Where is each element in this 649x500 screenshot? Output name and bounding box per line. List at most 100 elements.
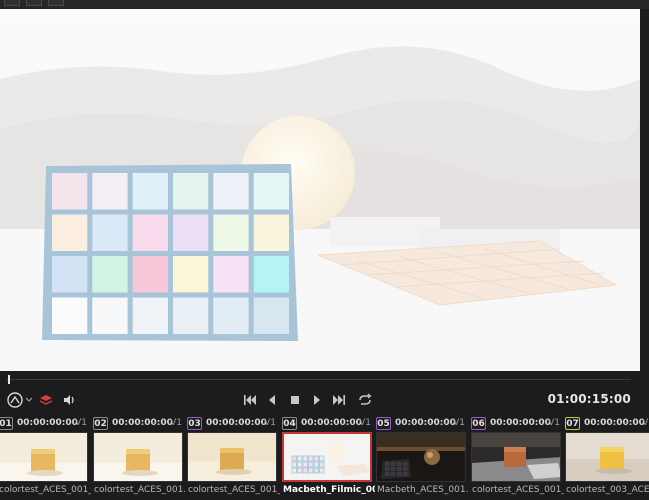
clip-item[interactable]: 07 00:00:00:00 V1 colortest_003_ACES_... bbox=[565, 413, 649, 500]
clip-name: Macbeth_ACES_001... bbox=[377, 485, 469, 495]
clip-name: colortest_ACES_001_l... bbox=[188, 485, 280, 495]
color-chart-swatch bbox=[213, 256, 249, 293]
clip-thumbnail-image bbox=[377, 433, 465, 481]
toolbar-button[interactable] bbox=[4, 0, 20, 6]
viewer-top-strip bbox=[0, 0, 649, 9]
clip-timecode: 00:00:00:00 bbox=[17, 418, 78, 428]
clip-item[interactable]: 03 00:00:00:00 V1 colortest_ACES_001_l..… bbox=[187, 413, 280, 500]
viewer-side-gutter bbox=[640, 9, 649, 371]
clip-header: 03 00:00:00:00 V1 bbox=[187, 416, 279, 432]
clip-track: V1 bbox=[548, 418, 560, 428]
color-chart-swatch bbox=[132, 214, 168, 251]
skip-end-icon bbox=[333, 395, 345, 405]
color-chart-swatch bbox=[253, 297, 289, 334]
loop-button[interactable] bbox=[356, 391, 374, 409]
clip-thumbnail[interactable] bbox=[0, 432, 88, 482]
clip-timecode: 00:00:00:00 bbox=[301, 418, 362, 428]
clip-thumbnail-image bbox=[0, 433, 87, 481]
volume-button[interactable] bbox=[61, 391, 77, 409]
clip-number-badge: 06 bbox=[471, 417, 486, 430]
scrub-track[interactable] bbox=[6, 379, 631, 380]
transport-bar: 01:00:15:00 bbox=[0, 387, 649, 413]
clip-track: V1 bbox=[453, 418, 465, 428]
clip-thumbnail-image bbox=[284, 434, 370, 480]
play-reverse-button[interactable] bbox=[265, 391, 279, 409]
clip-number-badge: 02 bbox=[93, 417, 108, 430]
color-chart-swatch bbox=[92, 173, 128, 210]
clip-timecode: 00:00:00:00 bbox=[584, 418, 645, 428]
clip-track: V1 bbox=[359, 418, 371, 428]
layers-icon bbox=[39, 395, 53, 405]
clip-track: V1 bbox=[75, 418, 87, 428]
toolbar-button[interactable] bbox=[26, 0, 42, 6]
skip-start-icon bbox=[244, 395, 256, 405]
clip-thumbnail[interactable] bbox=[93, 432, 183, 482]
color-chart-swatch bbox=[92, 256, 128, 293]
clip-thumbnail-image bbox=[566, 433, 649, 481]
clip-name: colortest_ACES_001... bbox=[94, 485, 186, 495]
clip-number-badge: 04 bbox=[282, 417, 297, 430]
clip-track: V1 bbox=[264, 418, 276, 428]
clip-header: 04 00:00:00:00 V1 bbox=[282, 416, 374, 432]
stop-button[interactable] bbox=[288, 391, 302, 409]
clip-name: colortest_003_ACES_... bbox=[566, 485, 649, 495]
clip-header: 05 00:00:00:00 V1 bbox=[376, 416, 468, 432]
clip-number-badge: 01 bbox=[0, 417, 13, 430]
color-chart-swatch bbox=[253, 214, 289, 251]
play-reverse-icon bbox=[269, 395, 275, 405]
clip-thumbnail[interactable] bbox=[282, 432, 372, 482]
viewer-image bbox=[0, 9, 640, 371]
color-chart-swatch bbox=[253, 256, 289, 293]
color-chart-swatch bbox=[52, 214, 88, 251]
color-chart-swatch bbox=[213, 173, 249, 210]
toolbar-button[interactable] bbox=[48, 0, 64, 6]
clip-item[interactable]: 06 00:00:00:00 V1 colortest_ACES_001_l..… bbox=[471, 413, 564, 500]
color-chart-swatch bbox=[52, 173, 88, 210]
color-chart-swatch bbox=[213, 297, 249, 334]
clip-strip: 01 00:00:00:00 V1 colortest_ACES_001_...… bbox=[0, 413, 649, 500]
color-space-button[interactable] bbox=[6, 391, 34, 409]
clip-thumbnail-image bbox=[188, 433, 276, 481]
go-to-start-button[interactable] bbox=[242, 391, 258, 409]
clip-item[interactable]: 04 00:00:00:00 V1 Macbeth_Filmic_001.... bbox=[282, 413, 375, 500]
clip-header: 07 00:00:00:00 V1 bbox=[565, 416, 649, 432]
clip-thumbnail-image bbox=[94, 433, 182, 481]
clip-item[interactable]: 05 00:00:00:00 V1 Macbeth_ACES_001... bbox=[376, 413, 469, 500]
clip-thumbnail[interactable] bbox=[471, 432, 561, 482]
clip-timecode: 00:00:00:00 bbox=[206, 418, 267, 428]
color-chart-swatch bbox=[173, 173, 209, 210]
clip-name: colortest_ACES_001_l... bbox=[472, 485, 564, 495]
layers-button[interactable] bbox=[38, 391, 54, 409]
color-chart-swatch bbox=[92, 297, 128, 334]
timecode-display: 01:00:15:00 bbox=[547, 392, 631, 406]
clip-timecode: 00:00:00:00 bbox=[112, 418, 173, 428]
clip-name: colortest_ACES_001_... bbox=[0, 485, 91, 495]
color-chart-swatch bbox=[132, 173, 168, 210]
viewer[interactable] bbox=[0, 9, 640, 371]
clip-thumbnail[interactable] bbox=[187, 432, 277, 482]
go-to-end-button[interactable] bbox=[331, 391, 347, 409]
color-chart-swatch bbox=[173, 256, 209, 293]
color-chart-swatch bbox=[92, 214, 128, 251]
color-chart-swatch bbox=[173, 297, 209, 334]
play-icon bbox=[314, 395, 320, 405]
clip-thumbnail-image bbox=[472, 433, 560, 481]
clip-number-badge: 05 bbox=[376, 417, 391, 430]
clip-number-badge: 07 bbox=[565, 417, 580, 430]
stop-icon bbox=[291, 396, 299, 404]
clip-item[interactable]: 02 00:00:00:00 V1 colortest_ACES_001... bbox=[93, 413, 186, 500]
clip-header: 02 00:00:00:00 V1 bbox=[93, 416, 185, 432]
playhead[interactable] bbox=[8, 375, 10, 384]
clip-track: V1 bbox=[170, 418, 182, 428]
clip-item[interactable]: 01 00:00:00:00 V1 colortest_ACES_001_... bbox=[0, 413, 91, 500]
clip-thumbnail[interactable] bbox=[565, 432, 649, 482]
scrubber[interactable] bbox=[0, 371, 649, 387]
color-chart-swatch bbox=[52, 297, 88, 334]
clip-number-badge: 03 bbox=[187, 417, 202, 430]
clip-header: 06 00:00:00:00 V1 bbox=[471, 416, 563, 432]
loop-icon bbox=[359, 393, 372, 405]
color-chart-swatch bbox=[253, 173, 289, 210]
play-button[interactable] bbox=[310, 391, 324, 409]
clip-thumbnail[interactable] bbox=[376, 432, 466, 482]
color-space-icon bbox=[7, 392, 33, 408]
